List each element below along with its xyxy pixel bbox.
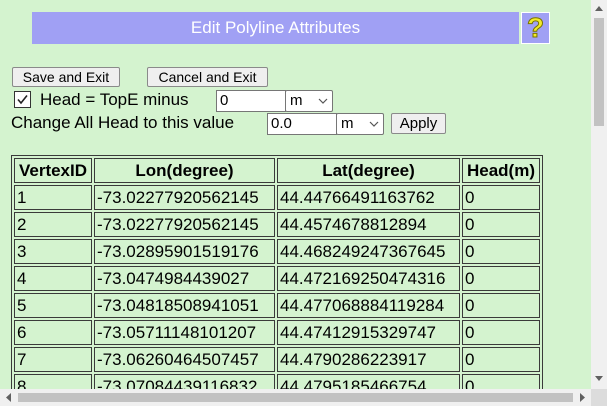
head-topE-input[interactable]: 0 bbox=[216, 90, 286, 112]
cell-vertexid: 7 bbox=[14, 347, 92, 372]
cell-vertexid: 2 bbox=[14, 212, 92, 237]
vertex-table: VertexID Lon(degree) Lat(degree) Head(m)… bbox=[11, 155, 543, 389]
chevron-down-icon bbox=[318, 98, 328, 104]
cell-lon[interactable]: -73.04818508941051 bbox=[94, 293, 275, 318]
head-topE-checkbox[interactable] bbox=[14, 91, 31, 108]
cell-head[interactable]: 0 bbox=[462, 185, 540, 210]
table-header-row: VertexID Lon(degree) Lat(degree) Head(m) bbox=[14, 158, 540, 183]
scroll-up-arrow-icon[interactable] bbox=[595, 5, 603, 11]
table-row: 3 -73.02895901519176 44.468249247367645 … bbox=[14, 239, 540, 264]
cell-head[interactable]: 0 bbox=[462, 374, 540, 389]
cell-lon[interactable]: -73.02277920562145 bbox=[94, 185, 275, 210]
cell-lat[interactable]: 44.47412915329747 bbox=[277, 320, 460, 345]
head-topE-label: Head = TopE minus bbox=[40, 90, 189, 109]
cell-lon[interactable]: -73.07084439116832 bbox=[94, 374, 275, 389]
scroll-left-arrow-icon[interactable] bbox=[5, 393, 11, 402]
table-row: 8 -73.07084439116832 44.4795185466754 0 bbox=[14, 374, 540, 389]
scroll-right-arrow-icon[interactable] bbox=[580, 393, 586, 402]
cell-vertexid: 1 bbox=[14, 185, 92, 210]
change-all-head-label: Change All Head to this value bbox=[11, 113, 235, 132]
cell-lat[interactable]: 44.4795185466754 bbox=[277, 374, 460, 389]
cell-lon[interactable]: -73.0474984439027 bbox=[94, 266, 275, 291]
table-row: 1 -73.02277920562145 44.44766491163762 0 bbox=[14, 185, 540, 210]
save-and-exit-button[interactable]: Save and Exit bbox=[12, 67, 120, 87]
vertical-scroll-thumb[interactable] bbox=[594, 18, 604, 126]
cell-head[interactable]: 0 bbox=[462, 239, 540, 264]
change-all-head-input[interactable]: 0.0 bbox=[267, 113, 337, 135]
cell-head[interactable]: 0 bbox=[462, 293, 540, 318]
cell-lat[interactable]: 44.4574678812894 bbox=[277, 212, 460, 237]
cell-lat[interactable]: 44.44766491163762 bbox=[277, 185, 460, 210]
change-all-unit-value: m bbox=[341, 115, 354, 132]
vertical-scrollbar[interactable] bbox=[591, 0, 607, 389]
checkmark-icon bbox=[17, 95, 28, 105]
cell-vertexid: 8 bbox=[14, 374, 92, 389]
cell-lat[interactable]: 44.4790286223917 bbox=[277, 347, 460, 372]
cell-lat[interactable]: 44.477068884119284 bbox=[277, 293, 460, 318]
cell-lon[interactable]: -73.05711148101207 bbox=[94, 320, 275, 345]
help-button[interactable]: ? bbox=[521, 12, 550, 44]
cell-lat[interactable]: 44.472169250474316 bbox=[277, 266, 460, 291]
table-row: 7 -73.06260464507457 44.4790286223917 0 bbox=[14, 347, 540, 372]
col-header-lon: Lon(degree) bbox=[94, 158, 275, 183]
cell-lon[interactable]: -73.02895901519176 bbox=[94, 239, 275, 264]
cell-vertexid: 6 bbox=[14, 320, 92, 345]
cell-vertexid: 5 bbox=[14, 293, 92, 318]
cell-vertexid: 3 bbox=[14, 239, 92, 264]
change-all-unit-select[interactable]: m bbox=[336, 113, 384, 135]
scroll-down-arrow-icon[interactable] bbox=[595, 376, 603, 382]
col-header-lat: Lat(degree) bbox=[277, 158, 460, 183]
dialog-title: Edit Polyline Attributes bbox=[32, 12, 519, 44]
col-header-vertexid: VertexID bbox=[14, 158, 92, 183]
cell-head[interactable]: 0 bbox=[462, 212, 540, 237]
horizontal-scroll-thumb[interactable] bbox=[18, 393, 573, 402]
help-icon: ? bbox=[526, 12, 545, 43]
col-header-head: Head(m) bbox=[462, 158, 540, 183]
table-row: 2 -73.02277920562145 44.4574678812894 0 bbox=[14, 212, 540, 237]
scrollbar-corner bbox=[591, 389, 607, 406]
cell-lat[interactable]: 44.468249247367645 bbox=[277, 239, 460, 264]
cell-head[interactable]: 0 bbox=[462, 266, 540, 291]
table-row: 4 -73.0474984439027 44.472169250474316 0 bbox=[14, 266, 540, 291]
head-topE-unit-value: m bbox=[290, 92, 303, 109]
cell-head[interactable]: 0 bbox=[462, 347, 540, 372]
table-row: 6 -73.05711148101207 44.47412915329747 0 bbox=[14, 320, 540, 345]
cell-head[interactable]: 0 bbox=[462, 320, 540, 345]
apply-button[interactable]: Apply bbox=[391, 113, 446, 134]
edit-polyline-dialog: Edit Polyline Attributes ? Save and Exit… bbox=[0, 0, 591, 389]
cell-lon[interactable]: -73.06260464507457 bbox=[94, 347, 275, 372]
cell-vertexid: 4 bbox=[14, 266, 92, 291]
table-row: 5 -73.04818508941051 44.477068884119284 … bbox=[14, 293, 540, 318]
head-topE-unit-select[interactable]: m bbox=[285, 90, 333, 112]
cancel-and-exit-button[interactable]: Cancel and Exit bbox=[147, 67, 268, 87]
cell-lon[interactable]: -73.02277920562145 bbox=[94, 212, 275, 237]
chevron-down-icon bbox=[369, 121, 379, 127]
horizontal-scrollbar[interactable] bbox=[0, 389, 591, 406]
